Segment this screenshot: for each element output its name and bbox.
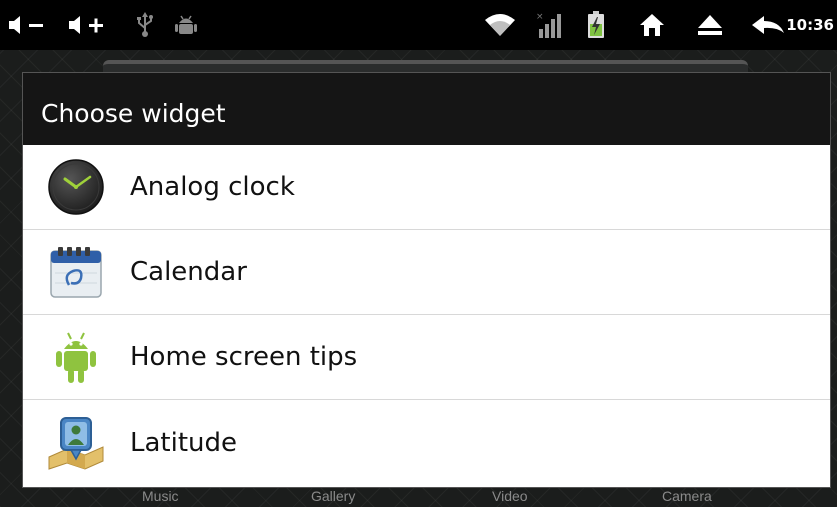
home-icon bbox=[640, 14, 664, 36]
dock-item-video[interactable]: Video bbox=[492, 488, 528, 507]
volume-up-icon bbox=[69, 16, 103, 34]
eject-icon bbox=[698, 15, 722, 35]
home-screen: × 10:36 Choose widget Analog clock Calen… bbox=[0, 0, 837, 507]
android-debug-icon bbox=[172, 0, 200, 50]
home-button[interactable] bbox=[636, 0, 668, 50]
dock-item-music[interactable]: Music bbox=[142, 488, 179, 507]
status-bar: × 10:36 bbox=[0, 0, 837, 50]
dialog-title: Choose widget bbox=[41, 98, 226, 128]
widget-list: Analog clock Calendar Home screen tips L… bbox=[23, 145, 830, 485]
latitude-icon bbox=[46, 413, 106, 473]
widget-item-latitude[interactable]: Latitude bbox=[23, 400, 830, 485]
widget-item-calendar[interactable]: Calendar bbox=[23, 230, 830, 315]
wifi-icon bbox=[482, 0, 518, 50]
volume-up-button[interactable] bbox=[66, 0, 114, 50]
widget-label-analog-clock: Analog clock bbox=[130, 172, 295, 202]
analog-clock-icon bbox=[46, 157, 106, 217]
status-clock: 10:36 bbox=[786, 16, 834, 34]
widget-label-latitude: Latitude bbox=[130, 427, 238, 458]
widget-label-home-screen-tips: Home screen tips bbox=[130, 342, 358, 372]
volume-down-icon bbox=[9, 16, 43, 34]
svg-text:×: × bbox=[536, 12, 544, 22]
dialog-title-bar: Choose widget bbox=[23, 73, 830, 145]
eject-button[interactable] bbox=[694, 0, 726, 50]
android-robot-icon bbox=[46, 327, 106, 387]
battery-charging-icon bbox=[584, 0, 608, 50]
volume-down-button[interactable] bbox=[6, 0, 54, 50]
back-icon bbox=[752, 16, 784, 34]
dock-item-camera[interactable]: Camera bbox=[662, 488, 712, 507]
calendar-icon bbox=[46, 242, 106, 302]
widget-label-calendar: Calendar bbox=[130, 257, 247, 287]
dock-item-gallery[interactable]: Gallery bbox=[311, 488, 355, 507]
back-button[interactable] bbox=[750, 0, 786, 50]
choose-widget-dialog: Choose widget Analog clock Calendar Home… bbox=[22, 72, 831, 488]
usb-icon bbox=[132, 0, 158, 50]
signal-icon: × bbox=[533, 0, 565, 50]
app-dock: Music Gallery Video Camera bbox=[0, 488, 837, 507]
widget-item-analog-clock[interactable]: Analog clock bbox=[23, 145, 830, 230]
widget-item-home-screen-tips[interactable]: Home screen tips bbox=[23, 315, 830, 400]
